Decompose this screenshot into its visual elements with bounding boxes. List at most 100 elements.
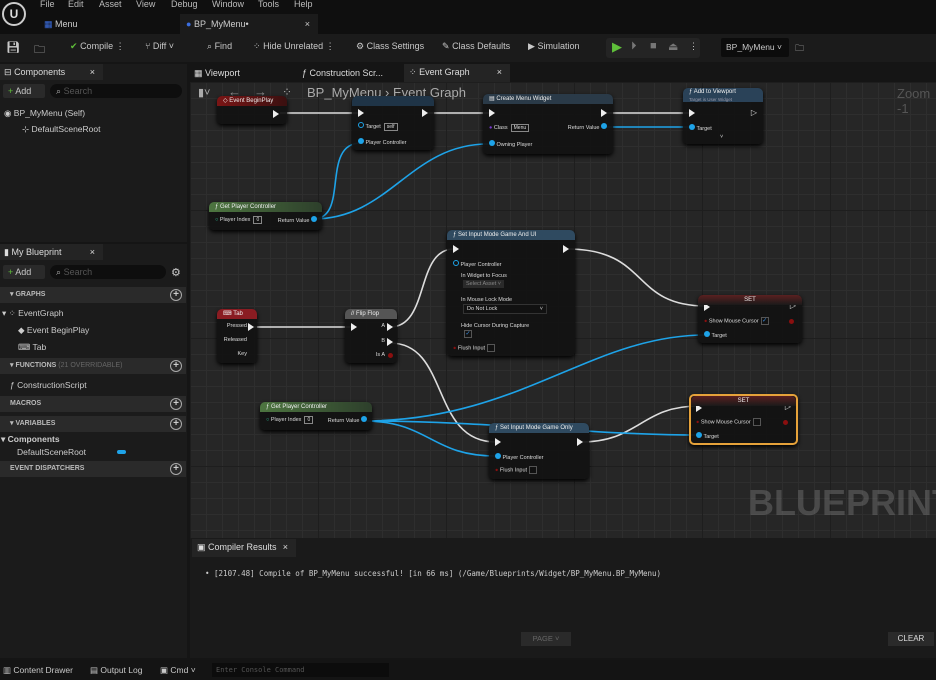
node-set-input-mode-game-and-ui[interactable]: ƒ Set Input Mode Game And UI Player Cont…: [447, 230, 575, 356]
target-pin[interactable]: Target: [689, 124, 712, 132]
show-mouse-cursor-pin[interactable]: ● Show Mouse Cursor ✓: [704, 317, 769, 325]
component-defaultsceneroot[interactable]: ⊹ DefaultSceneRoot: [22, 124, 100, 135]
component-self[interactable]: ◉ BP_MyMenu (Self): [4, 108, 85, 119]
player-index-input[interactable]: 0: [304, 416, 314, 424]
section-macros[interactable]: MACROS +: [0, 396, 186, 412]
pressed-pin[interactable]: Pressed: [227, 323, 247, 329]
graph-item-beginplay[interactable]: ◆ Event BeginPlay: [18, 325, 89, 336]
section-variables[interactable]: ▾ VARIABLES +: [0, 416, 186, 432]
settings-gear-icon[interactable]: ⚙: [171, 266, 181, 279]
target-pin[interactable]: Target self: [358, 122, 398, 131]
expand-chevron-icon[interactable]: ˅: [720, 134, 723, 140]
node-get-player-controller[interactable]: ƒ Get Player Controller ○ Player Index 0 …: [209, 202, 322, 230]
b-pin[interactable]: B: [381, 338, 385, 344]
graph-item-eventgraph[interactable]: ▾ ⁘ EventGraph: [2, 308, 64, 319]
exec-out-pin[interactable]: ▷: [751, 108, 757, 117]
node-add-to-viewport[interactable]: ƒ Add to Viewport Target is User Widget ▷…: [683, 88, 763, 144]
close-icon[interactable]: ×: [283, 539, 288, 555]
widget-focus-dropdown[interactable]: Select Asset ˅: [463, 280, 505, 288]
exec-in-pin[interactable]: [358, 109, 364, 117]
show-mouse-cursor-pin[interactable]: ● Show Mouse Cursor: [696, 418, 761, 426]
variable-category-components[interactable]: ▾ Components: [1, 434, 60, 445]
node-event-beginplay[interactable]: ◇ Event BeginPlay: [217, 96, 287, 124]
save-icon[interactable]: 💾︎: [6, 41, 20, 54]
output-log-button[interactable]: ▤ Output Log: [90, 665, 142, 676]
stop-icon[interactable]: ■: [650, 40, 657, 52]
class-pin[interactable]: ● Class Menu: [489, 124, 530, 132]
exec-out-pin[interactable]: [422, 109, 428, 117]
flush-input-checkbox[interactable]: [529, 466, 538, 474]
content-drawer-button[interactable]: ▥ Content Drawer: [3, 665, 73, 676]
exec-in-pin[interactable]: [689, 109, 695, 117]
menu-file[interactable]: File: [40, 0, 55, 9]
menu-view[interactable]: View: [136, 0, 155, 9]
close-icon[interactable]: ×: [497, 64, 502, 80]
menu-edit[interactable]: Edit: [68, 0, 84, 9]
exec-out-pin[interactable]: [601, 109, 607, 117]
debug-browse-icon[interactable]: 🗀: [795, 41, 804, 57]
owning-player-pin[interactable]: Owning Player: [489, 140, 532, 148]
exec-out-pin[interactable]: [248, 323, 254, 331]
player-controller-pin[interactable]: Player Controller: [453, 260, 502, 268]
exec-out-pin[interactable]: [387, 338, 393, 346]
unreal-logo-icon[interactable]: U: [2, 2, 26, 26]
section-event-dispatchers[interactable]: EVENT DISPATCHERS +: [0, 461, 186, 477]
diff-button[interactable]: ⑂ Diff ˅: [145, 41, 174, 51]
node-set-show-mouse-cursor[interactable]: SET ▷ ● Show Mouse Cursor ✓ Target: [698, 295, 802, 343]
flush-input-pin[interactable]: ● Flush Input: [495, 466, 538, 474]
class-dropdown[interactable]: Menu: [510, 124, 530, 132]
doc-tab-menu[interactable]: ▦ Menu: [44, 14, 174, 34]
key-pin[interactable]: Key: [238, 351, 247, 357]
function-item-constructionscript[interactable]: ƒ ConstructionScript: [10, 380, 87, 390]
console-command-input[interactable]: Enter Console Command: [212, 663, 389, 677]
hide-cursor-checkbox[interactable]: ✓: [462, 330, 472, 338]
add-function-icon[interactable]: +: [170, 360, 182, 372]
player-controller-pin[interactable]: Player Controller: [358, 138, 407, 146]
menu-asset[interactable]: Asset: [99, 0, 122, 9]
eject-icon[interactable]: ⏏: [668, 40, 678, 53]
player-index-pin[interactable]: ○ Player Index 0: [266, 416, 314, 424]
my-blueprint-add-button[interactable]: + Add: [3, 265, 45, 279]
add-variable-icon[interactable]: +: [170, 418, 182, 430]
player-index-input[interactable]: 0: [253, 216, 263, 224]
exec-in-pin[interactable]: [489, 109, 495, 117]
class-defaults-button[interactable]: ✎ Class Defaults: [442, 41, 510, 52]
released-pin[interactable]: Released: [224, 337, 247, 343]
simulation-button[interactable]: ▶ Simulation: [528, 41, 579, 52]
advance-frame-icon[interactable]: ⏵: [631, 40, 637, 53]
node-flip-flop[interactable]: // Flip Flop A B Is A: [345, 309, 397, 363]
play-icon[interactable]: ▶: [612, 39, 622, 55]
tab-construction-script[interactable]: ƒ Construction Scr...: [302, 65, 383, 81]
flush-input-checkbox[interactable]: [487, 344, 496, 352]
exec-in-pin[interactable]: [351, 323, 357, 331]
page-dropdown[interactable]: PAGE ˅: [521, 632, 571, 646]
is-a-pin[interactable]: Is A: [376, 352, 385, 358]
return-value-pin[interactable]: Return Value: [328, 416, 367, 424]
return-value-pin[interactable]: Return Value: [568, 123, 607, 131]
show-mouse-cursor-checkbox[interactable]: [752, 418, 761, 426]
hide-unrelated-button[interactable]: ⁘ Hide Unrelated ⋮: [253, 41, 335, 52]
node-tab-key[interactable]: ⌨ Tab Pressed Released Key: [217, 309, 257, 363]
node-get-owner-controller[interactable]: Target self Player Controller: [352, 96, 434, 150]
menu-help[interactable]: Help: [294, 0, 313, 9]
bookmark-icon[interactable]: ▮˅: [198, 86, 210, 99]
return-value-pin[interactable]: Return Value: [278, 216, 317, 224]
components-search-input[interactable]: ⌕ Search: [50, 84, 182, 98]
menu-debug[interactable]: Debug: [171, 0, 198, 9]
menu-tools[interactable]: Tools: [258, 0, 279, 9]
variable-item-defaultsceneroot[interactable]: DefaultSceneRoot: [17, 447, 86, 457]
browse-icon[interactable]: 🗀: [34, 41, 45, 60]
node-create-menu-widget[interactable]: ▤ Create Menu Widget ● Class Menu Return …: [483, 94, 613, 154]
node-set-show-mouse-cursor-selected[interactable]: SET ▷ ● Show Mouse Cursor Target: [689, 394, 798, 445]
target-pin[interactable]: Target: [696, 432, 719, 440]
exec-out-pin[interactable]: [387, 323, 393, 331]
mouse-lock-mode-dropdown[interactable]: Do Not Lock ˅: [463, 304, 547, 314]
node-set-input-mode-game-only[interactable]: ƒ Set Input Mode Game Only Player Contro…: [489, 423, 589, 479]
cmd-dropdown[interactable]: ▣ Cmd ˅: [160, 665, 196, 676]
menu-window[interactable]: Window: [212, 0, 244, 9]
exec-out-pin[interactable]: [563, 245, 569, 253]
clear-button[interactable]: CLEAR: [888, 632, 934, 646]
exec-out-pin[interactable]: [273, 110, 279, 118]
flush-input-pin[interactable]: ● Flush Input: [453, 344, 496, 352]
section-graphs[interactable]: ▾ GRAPHS +: [0, 287, 186, 303]
